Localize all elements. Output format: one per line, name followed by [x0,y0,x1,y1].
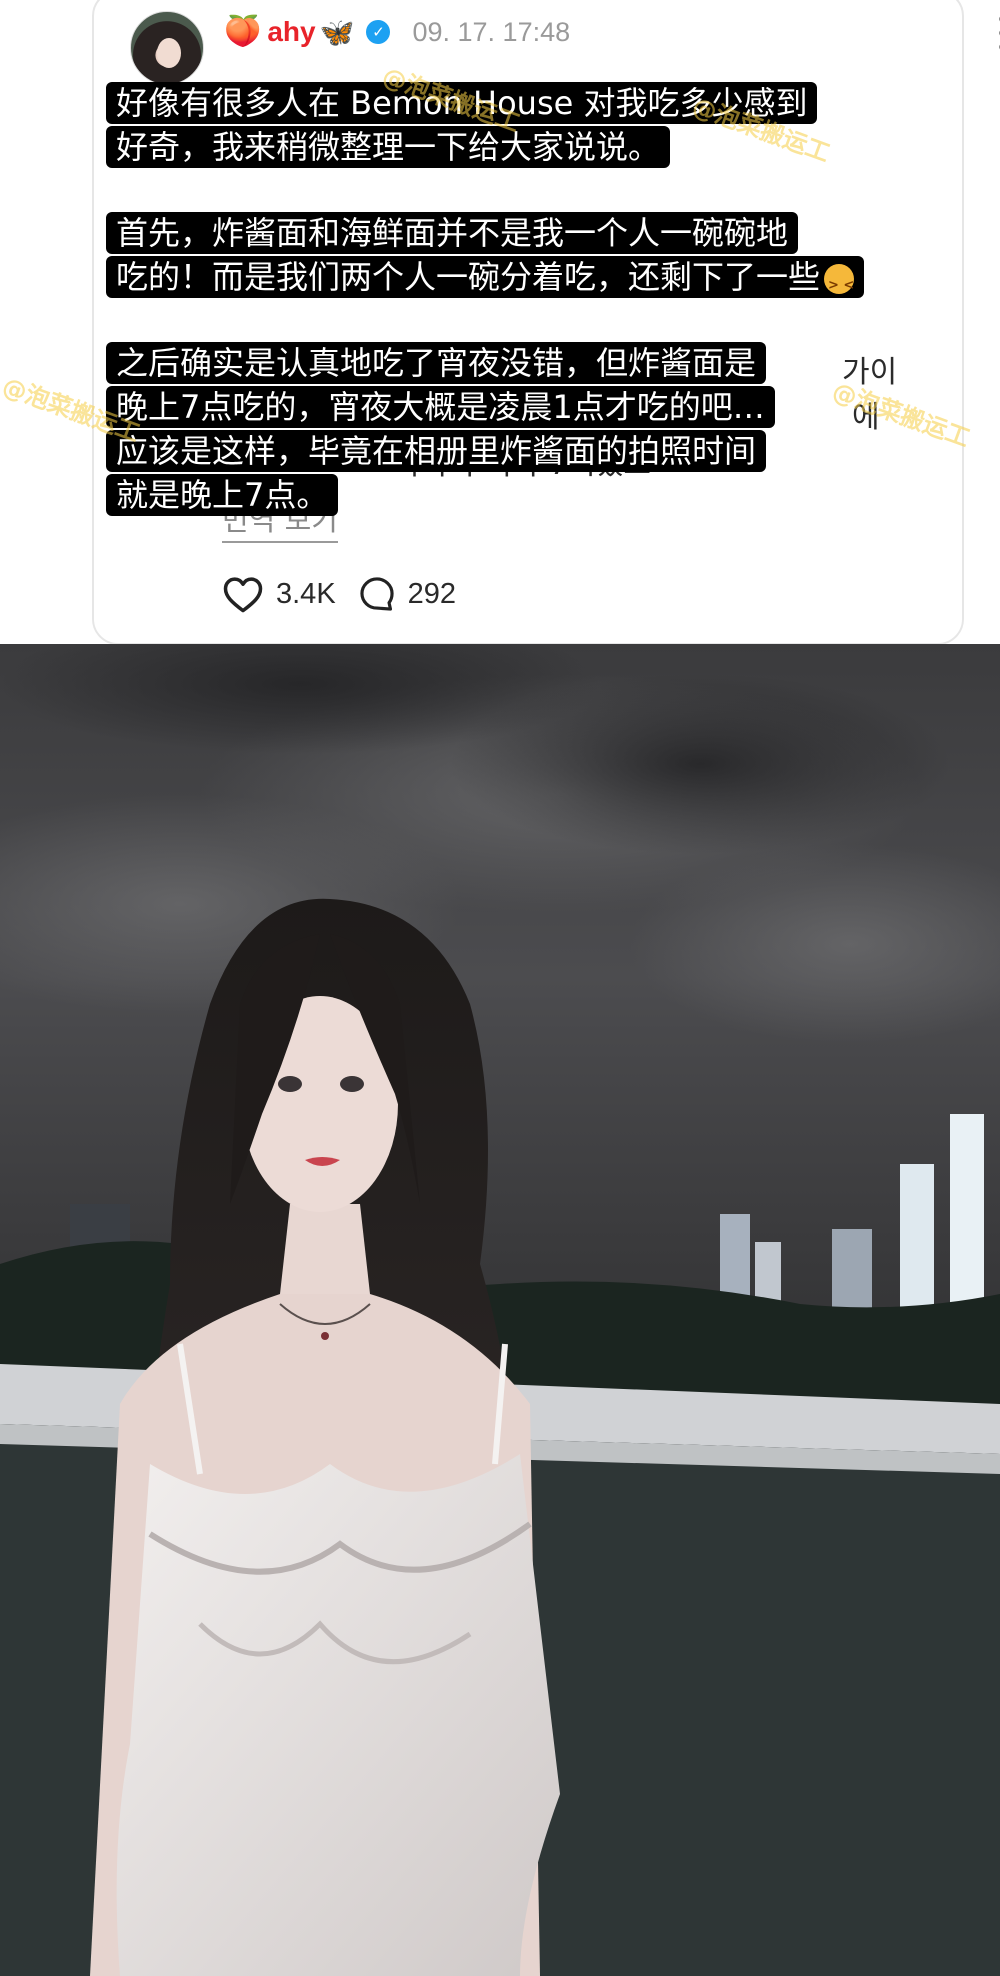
comment-count: 292 [407,577,457,610]
subtitle-line: 晚上7点吃的，宵夜大概是凌晨1点才吃的吧… [106,386,775,428]
peach-emoji: 🍑 [224,14,262,49]
comment-button[interactable]: 292 [358,575,456,613]
username[interactable]: ahy [267,16,315,48]
post-actions: 3.4K 292 [222,574,456,614]
heart-icon [223,577,263,613]
post-header: 🍑 ahy 🦋 ✓ 09. 17. 17:48 [224,12,570,52]
subtitle-line: 就是晚上7点。 [106,474,339,516]
frustrated-face-icon [824,264,854,307]
like-button[interactable]: 3.4K [222,574,336,614]
butterfly-emoji: 🦋 [319,15,355,49]
korean-text: 가이 [842,355,898,390]
subtitle-line: 应该是这样，毕竟在相册里炸酱面的拍照时间 [106,430,767,472]
timestamp: 09. 17. 17:48 [412,16,571,47]
verified-icon: ✓ [366,20,391,44]
korean-text: 에 [852,400,880,435]
subtitle-line: 好像有很多人在 Bemon House 对我吃多少感到 [106,82,818,124]
comment-icon [360,577,394,611]
avatar[interactable] [130,11,204,85]
subtitle-line: 首先，炸酱面和海鲜面并不是我一个人一碗碗地 [106,212,799,254]
subtitle-line: 好奇，我来稍微整理一下给大家说说。 [106,126,671,168]
subtitle-line-emoji: 吃的！而是我们两个人一碗分着吃，还剩下了一些 [106,256,865,307]
subtitle-line: 之后确实是认真地吃了宵夜没错，但炸酱面是 [106,342,767,384]
subtitle-text: 吃的！而是我们两个人一碗分着吃，还剩下了一些 [116,258,821,296]
like-count: 3.4K [276,577,336,610]
more-vert-icon[interactable] [992,16,1000,50]
night-city-photo [0,644,1000,1976]
post-photo[interactable] [0,644,1000,1976]
